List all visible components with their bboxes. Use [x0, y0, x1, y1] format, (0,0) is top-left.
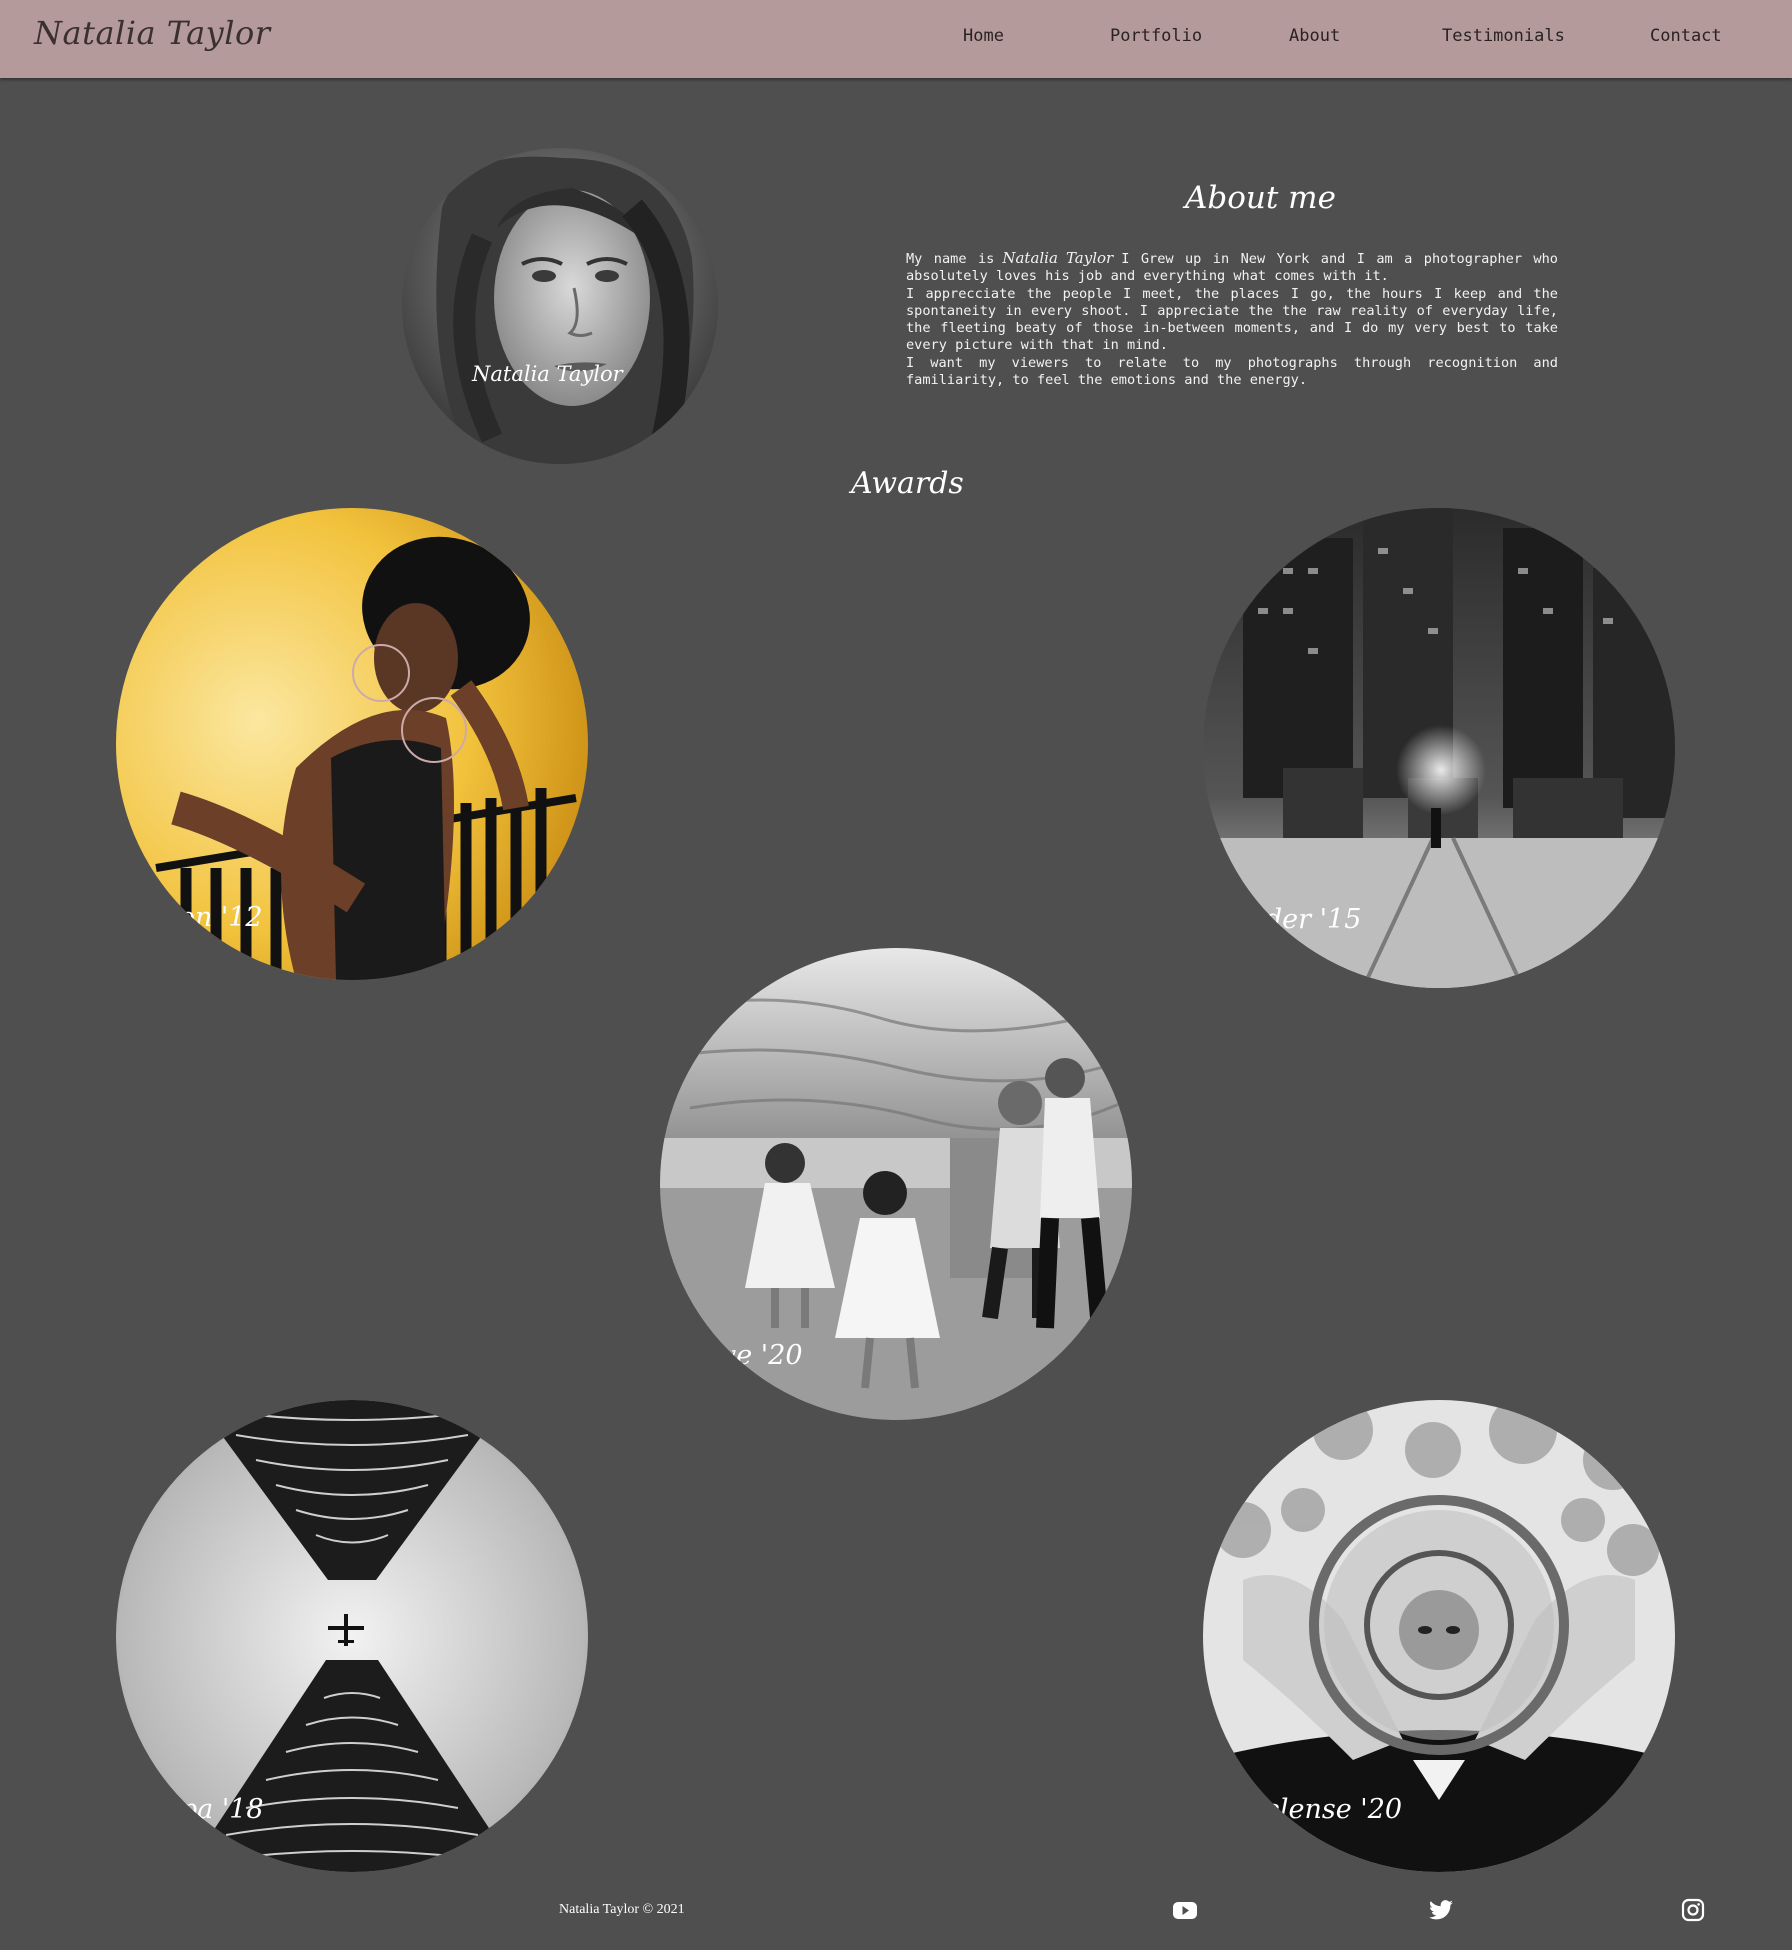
bio-inline-name: Natalia Taylor [1002, 249, 1114, 267]
award-card-salon[interactable]: salon '12 [116, 508, 588, 980]
nav-contact[interactable]: Contact [1650, 26, 1722, 46]
award-label-freelense: freelense '20 [1225, 1794, 1403, 1825]
award-card-cewe[interactable]: cewe '20 [660, 948, 1132, 1420]
award-card-viepa[interactable]: viepa '18 [116, 1400, 588, 1872]
nav-portfolio[interactable]: Portfolio [1110, 26, 1202, 46]
about-title: About me [1185, 180, 1336, 216]
nav-home[interactable]: Home [963, 26, 1004, 46]
award-card-freelense[interactable]: freelense '20 [1203, 1400, 1675, 1872]
bio-paragraph-1: My name is Natalia Taylor I Grew up in New… [906, 249, 1558, 286]
profile-photo [402, 148, 718, 464]
awards-title: Awards [851, 466, 964, 501]
nav-about[interactable]: About [1289, 26, 1340, 46]
award-label-snider: snider '15 [1225, 904, 1362, 935]
youtube-icon[interactable] [1172, 1897, 1198, 1923]
site-logo[interactable]: Natalia Taylor [34, 14, 271, 52]
award-label-cewe: cewe '20 [682, 1340, 803, 1371]
about-bio: My name is Natalia Taylor I Grew up in New… [906, 249, 1558, 389]
award-card-snider[interactable]: snider '15 [1203, 508, 1675, 988]
bio-intro-before: My name is [906, 251, 995, 267]
profile-name: Natalia Taylor [472, 362, 623, 386]
site-header: Natalia Taylor Home Portfolio About Test… [0, 0, 1792, 78]
footer-copyright: Natalia Taylor © 2021 [559, 1902, 685, 1917]
twitter-icon[interactable] [1428, 1897, 1454, 1923]
award-label-viepa: viepa '18 [140, 1794, 264, 1825]
nav-testimonials[interactable]: Testimonials [1442, 26, 1565, 46]
bio-paragraph-3: I want my viewers to relate to my photog… [906, 354, 1558, 389]
bio-paragraph-2: I apprecciate the people I meet, the pla… [906, 285, 1558, 354]
award-label-salon: salon '12 [140, 902, 263, 933]
instagram-icon[interactable] [1680, 1897, 1706, 1923]
